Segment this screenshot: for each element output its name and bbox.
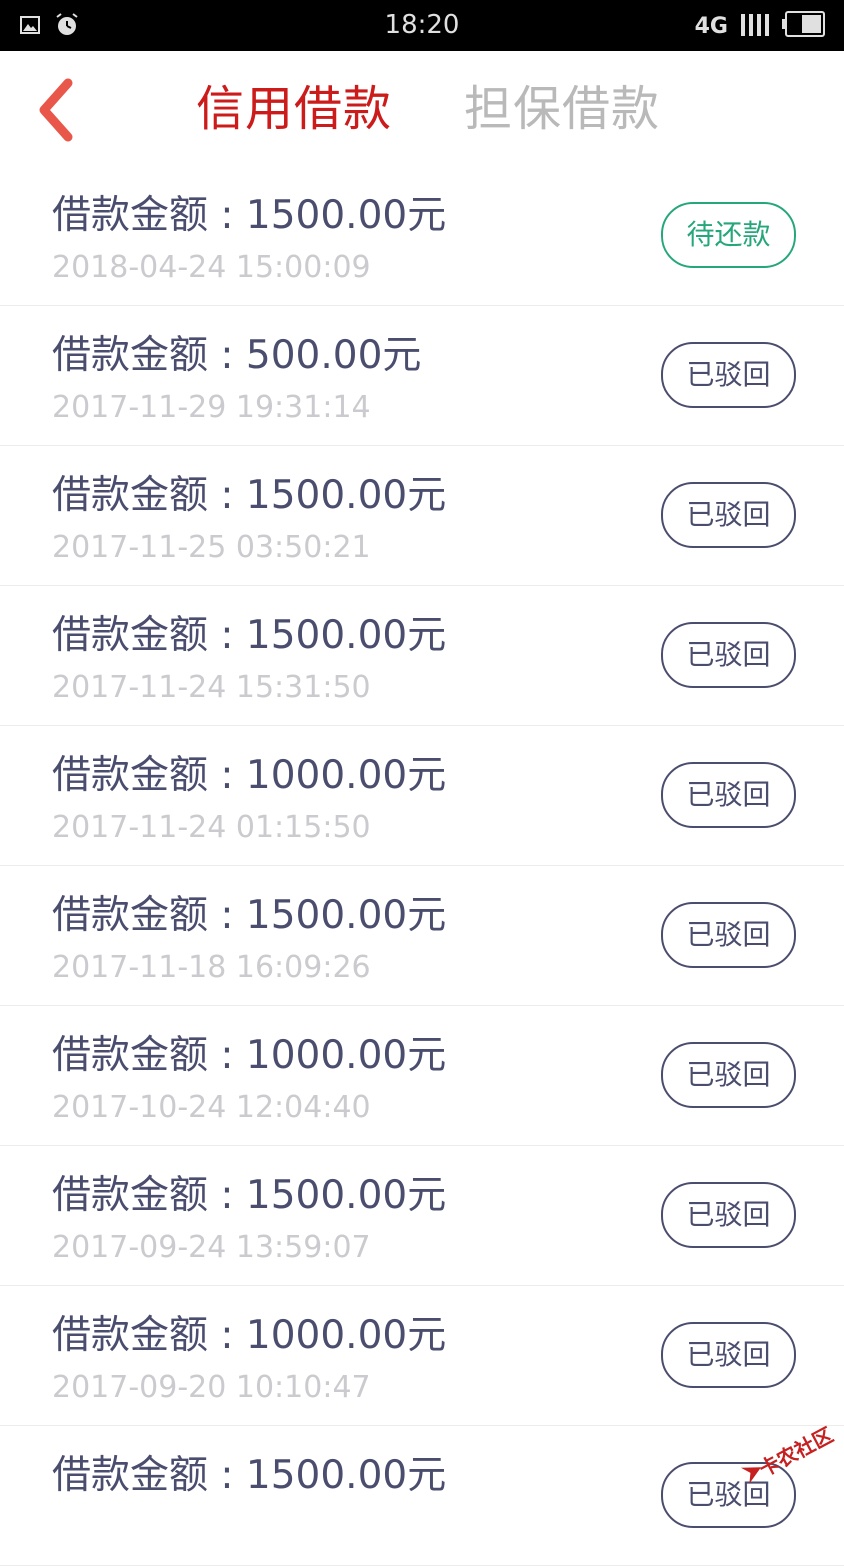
loan-row[interactable]: 借款金额 : 500.00元 2017-11-29 19:31:14 已驳回 — [0, 306, 844, 446]
battery-icon — [782, 11, 826, 41]
status-bar: 18:20 4G — [0, 0, 844, 51]
loan-row[interactable]: 借款金额 : 1500.00元 2017-09-24 13:59:07 已驳回 — [0, 1146, 844, 1286]
tab-credit-loan[interactable]: 信用借款 — [196, 79, 392, 139]
loan-date: 2017-10-24 12:04:40 — [52, 1090, 371, 1125]
loan-date: 2017-11-24 01:15:50 — [52, 810, 371, 845]
loan-list: 借款金额 : 1500.00元 2018-04-24 15:00:09 待还款 … — [0, 166, 844, 1566]
rejected-status-button[interactable]: 已驳回 — [661, 1322, 796, 1388]
loan-amount: 借款金额 : 1500.00元 — [52, 1173, 447, 1218]
pending-status-button[interactable]: 待还款 — [661, 202, 796, 268]
loan-date: 2017-11-25 03:50:21 — [52, 530, 371, 565]
back-button[interactable] — [30, 75, 90, 145]
signal-icon — [740, 12, 770, 40]
loan-amount: 借款金额 : 1500.00元 — [52, 1453, 447, 1498]
loan-amount: 借款金额 : 1500.00元 — [52, 613, 447, 658]
loan-amount: 借款金额 : 1500.00元 — [52, 193, 447, 238]
loan-row[interactable]: 借款金额 : 1000.00元 2017-10-24 12:04:40 已驳回 — [0, 1006, 844, 1146]
loan-date: 2017-11-24 15:31:50 — [52, 670, 371, 705]
loan-date: 2018-04-24 15:00:09 — [52, 250, 371, 285]
rejected-status-button[interactable]: 已驳回 — [661, 1182, 796, 1248]
loan-row[interactable]: 借款金额 : 1500.00元 2017-11-18 16:09:26 已驳回 — [0, 866, 844, 1006]
rejected-status-button[interactable]: 已驳回 — [661, 902, 796, 968]
loan-row[interactable]: 借款金额 : 1500.00元 2017-11-25 03:50:21 已驳回 — [0, 446, 844, 586]
loan-amount: 借款金额 : 1500.00元 — [52, 893, 447, 938]
loan-date: 2017-09-20 10:10:47 — [52, 1370, 371, 1405]
loan-amount: 借款金额 : 500.00元 — [52, 333, 422, 378]
loan-amount: 借款金额 : 1000.00元 — [52, 1033, 447, 1078]
loan-date: 2017-11-18 16:09:26 — [52, 950, 371, 985]
rejected-status-button[interactable]: 已驳回 — [661, 342, 796, 408]
rejected-status-button[interactable]: 已驳回 — [661, 1042, 796, 1108]
rejected-status-button[interactable]: 已驳回 — [661, 482, 796, 548]
rejected-status-button[interactable]: 已驳回 — [661, 762, 796, 828]
loan-amount: 借款金额 : 1500.00元 — [52, 473, 447, 518]
loan-amount: 借款金额 : 1000.00元 — [52, 753, 447, 798]
loan-row[interactable]: 借款金额 : 1500.00元 2017-11-24 15:31:50 已驳回 — [0, 586, 844, 726]
header: 信用借款 担保借款 — [0, 51, 844, 169]
loan-row[interactable]: 借款金额 : 1500.00元 已驳回 — [0, 1426, 844, 1566]
loan-row[interactable]: 借款金额 : 1500.00元 2018-04-24 15:00:09 待还款 — [0, 166, 844, 306]
tab-guarantee-loan[interactable]: 担保借款 — [464, 79, 660, 139]
status-right-icons: 4G — [695, 11, 826, 41]
network-type: 4G — [694, 13, 728, 39]
rejected-status-button[interactable]: 已驳回 — [661, 622, 796, 688]
chevron-left-icon — [39, 78, 73, 142]
loan-amount: 借款金额 : 1000.00元 — [52, 1313, 447, 1358]
loan-row[interactable]: 借款金额 : 1000.00元 2017-09-20 10:10:47 已驳回 — [0, 1286, 844, 1426]
loan-row[interactable]: 借款金额 : 1000.00元 2017-11-24 01:15:50 已驳回 — [0, 726, 844, 866]
loan-date: 2017-11-29 19:31:14 — [52, 390, 371, 425]
loan-date: 2017-09-24 13:59:07 — [52, 1230, 371, 1265]
